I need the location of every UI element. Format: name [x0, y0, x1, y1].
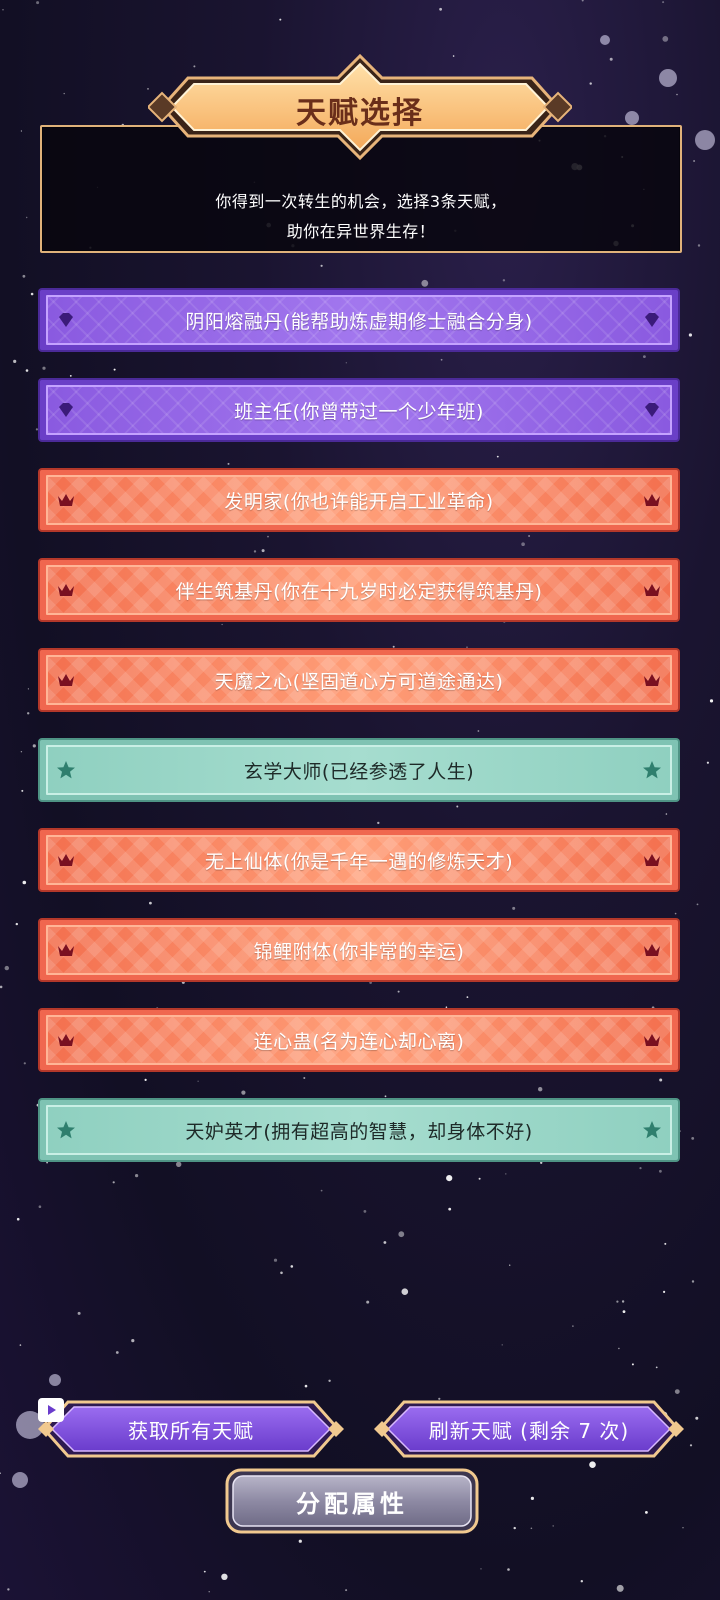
intro-line-1: 你得到一次转生的机会，选择3条天赋，	[215, 192, 507, 211]
talent-label: 连心蛊(名为连心却心离)	[253, 1030, 465, 1053]
crown-icon	[58, 854, 74, 866]
crown-icon	[644, 1034, 660, 1046]
talent-option-8[interactable]: 锦鲤附体(你非常的幸运)	[40, 920, 678, 980]
talent-option-1[interactable]: 阴阳熔融丹(能帮助炼虚期修士融合分身)	[40, 290, 678, 350]
allocate-attributes-label: 分配属性	[296, 1489, 408, 1518]
talent-label: 天妒英才(拥有超高的智慧，却身体不好)	[185, 1120, 533, 1143]
get-all-talents-button[interactable]: 获取所有天赋	[38, 1398, 344, 1460]
crown-icon	[58, 584, 74, 596]
talent-label: 玄学大师(已经参透了人生)	[243, 760, 475, 783]
talent-label: 班主任(你曾带过一个少年班)	[234, 400, 484, 423]
get-all-talents-label: 获取所有天赋	[128, 1418, 254, 1443]
talent-label: 伴生筑基丹(你在十九岁时必定获得筑基丹)	[175, 580, 543, 603]
crown-icon	[58, 494, 74, 506]
talent-label: 锦鲤附体(你非常的幸运)	[253, 940, 465, 963]
intro-line-2: 助你在异世界生存！	[286, 222, 436, 241]
talent-list: 阴阳熔融丹(能帮助炼虚期修士融合分身) 班主任(你曾带过一个少年班) 发明家(你…	[40, 290, 678, 1190]
talent-label: 天魔之心(坚固道心方可道途通达)	[214, 670, 504, 693]
page-title: 天赋选择	[296, 96, 424, 131]
crown-icon	[58, 944, 74, 956]
crown-icon	[644, 584, 660, 596]
star-icon	[643, 1121, 661, 1139]
talent-option-5[interactable]: 天魔之心(坚固道心方可道途通达)	[40, 650, 678, 710]
allocate-attributes-button[interactable]: 分配属性	[225, 1468, 479, 1534]
talent-option-4[interactable]: 伴生筑基丹(你在十九岁时必定获得筑基丹)	[40, 560, 678, 620]
talent-option-6[interactable]: 玄学大师(已经参透了人生)	[40, 740, 678, 800]
diamond-icon	[59, 403, 73, 417]
crown-icon	[58, 1034, 74, 1046]
crown-icon	[644, 674, 660, 686]
crown-icon	[58, 674, 74, 686]
talent-option-7[interactable]: 无上仙体(你是千年一遇的修炼天才)	[40, 830, 678, 890]
video-play-icon	[38, 1398, 64, 1422]
star-icon	[643, 761, 661, 779]
talent-label: 阴阳熔融丹(能帮助炼虚期修士融合分身)	[185, 310, 533, 333]
refresh-talents-label: 刷新天赋 (剩余 7 次)	[428, 1418, 630, 1443]
talent-label: 无上仙体(你是千年一遇的修炼天才)	[204, 850, 514, 873]
star-icon	[57, 761, 75, 779]
star-icon	[57, 1121, 75, 1139]
crown-icon	[644, 944, 660, 956]
diamond-icon	[59, 313, 73, 327]
intro-text: 你得到一次转生的机会，选择3条天赋， 助你在异世界生存！	[42, 187, 680, 247]
talent-label: 发明家(你也许能开启工业革命)	[224, 490, 494, 513]
diamond-icon	[645, 403, 659, 417]
title-banner: 天赋选择	[148, 48, 572, 166]
talent-option-2[interactable]: 班主任(你曾带过一个少年班)	[40, 380, 678, 440]
talent-option-9[interactable]: 连心蛊(名为连心却心离)	[40, 1010, 678, 1070]
crown-icon	[644, 854, 660, 866]
talent-option-10[interactable]: 天妒英才(拥有超高的智慧，却身体不好)	[40, 1100, 678, 1160]
crown-icon	[644, 494, 660, 506]
diamond-icon	[645, 313, 659, 327]
refresh-talents-button[interactable]: 刷新天赋 (剩余 7 次)	[374, 1398, 684, 1460]
talent-option-3[interactable]: 发明家(你也许能开启工业革命)	[40, 470, 678, 530]
